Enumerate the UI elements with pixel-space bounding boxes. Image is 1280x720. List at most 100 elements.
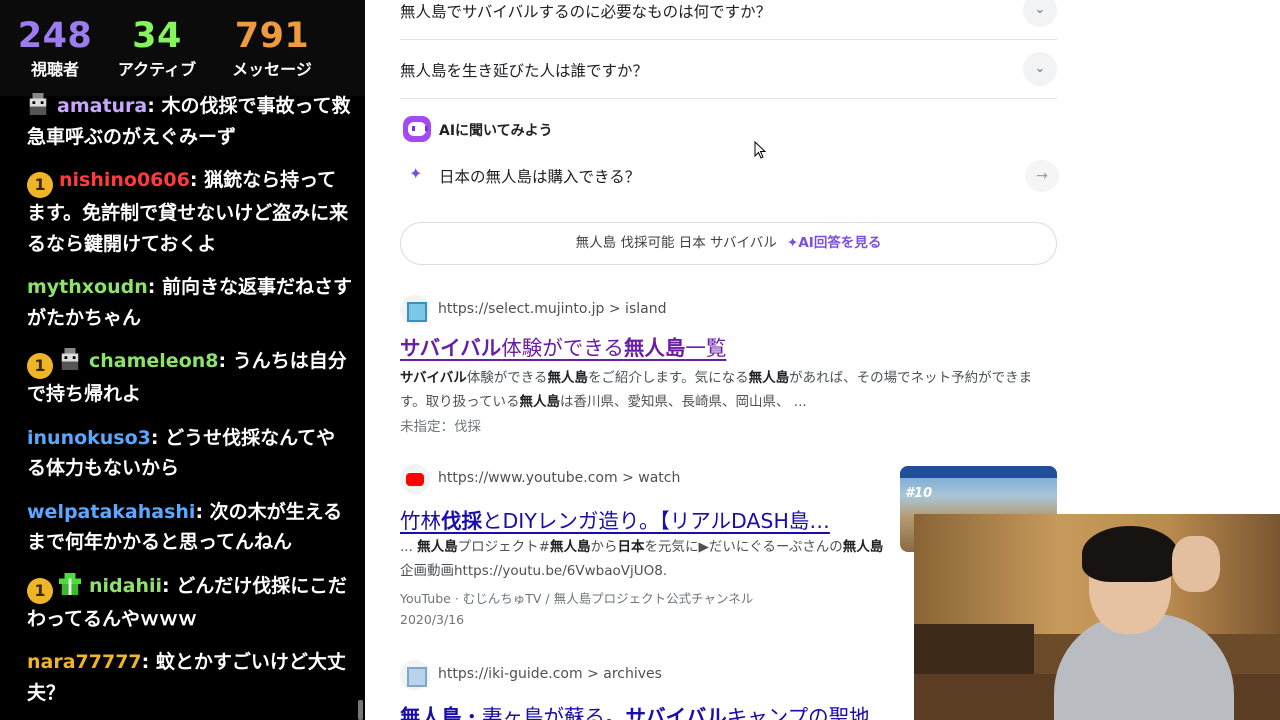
site-favicon-icon (400, 295, 430, 325)
active-label: アクティブ (117, 60, 197, 79)
arrow-right-icon[interactable]: → (1025, 160, 1059, 192)
ai-answer-label: AI回答を見る (798, 235, 882, 251)
ai-suggested-question[interactable]: ✦ 日本の無人島は購入できる？ → (409, 160, 1059, 192)
snippet-bold: 無人島 (547, 370, 588, 386)
site-favicon-icon (400, 660, 430, 690)
result-title-link[interactable]: 無人島・妻ヶ島が蘇る。サバイバルキャンプの聖地 (400, 700, 870, 720)
paa-question: 無人島でサバイバルするのに必要なものは何ですか？ (400, 3, 772, 21)
chat-username[interactable]: nidahii (89, 575, 162, 597)
thumbnail-banner (900, 466, 1057, 478)
viewers-stat: 248 視聴者 (0, 14, 110, 82)
chat-message: mythxoudn: 前向きな返事だねさすがたかちゃん (27, 272, 352, 333)
chat-username[interactable]: welpatakahashi (27, 501, 195, 523)
active-count: 34 (132, 16, 182, 56)
snippet-text: をご紹介します。気になる (587, 370, 749, 386)
streamer-hand (1172, 536, 1220, 592)
chat-separator: : (162, 574, 177, 597)
title-bold: 無人島 (623, 336, 686, 360)
stream-stats: 248 視聴者 34 アクティブ 791 メッセージ (0, 0, 365, 96)
title-text: 竹林 (400, 509, 441, 533)
snippet-bold: 無人島 (842, 539, 884, 555)
snippet-text: 企画動画https://youtu.be/6VwbaoVjUO8. (400, 563, 668, 579)
chat-separator: : (147, 276, 162, 298)
result-url[interactable]: https://www.youtube.com > watch (438, 470, 680, 486)
chat-separator: : (195, 500, 210, 523)
snippet-bold: 無人島 (748, 370, 790, 386)
result-snippet: ... 無人島プロジェクト#無人島から日本を元気に▶だいにぐるーぷさんの無人島企… (400, 535, 885, 583)
ai-answer-button[interactable]: 無人島 伐採可能 日本 サバイバル ✦AI回答を見る (400, 222, 1057, 265)
viewers-label: 視聴者 (30, 60, 79, 79)
chat-message: 1 nidahii: どんだけ伐採にこだわってるんやｗｗｗ (27, 571, 352, 635)
title-bold: サバイバル (625, 705, 727, 720)
chat-message: 1 chameleon8: うんちは自分で持ち帰れよ (27, 346, 352, 410)
source-name: YouTube (400, 591, 451, 606)
gift-badge-icon (59, 572, 81, 595)
title-text: とDIYレンガ造り。【リアルDASH島… (482, 509, 830, 533)
streamer-hair (1082, 526, 1178, 582)
result-url[interactable]: https://select.mujinto.jp > island (438, 301, 666, 317)
title-text: 体験ができる (501, 336, 624, 360)
chevron-down-icon[interactable]: ⌄ (1023, 52, 1057, 86)
chat-message: inunokuso3: どうせ伐採なんてやる体力もないから (27, 423, 352, 484)
snippet-bold: 日本 (617, 539, 645, 555)
people-also-ask-item[interactable]: 無人島を生き延びた人は誰ですか？ ⌄ (400, 40, 1057, 99)
chat-separator: : (141, 651, 156, 673)
result-snippet: サバイバル体験ができる無人島をご紹介します。気になる無人島があれば、その場でネッ… (400, 366, 1050, 414)
youtube-icon (400, 464, 430, 494)
avatar-badge-icon (29, 93, 47, 115)
chat-message: amatura: 木の伐採で事故って救急車呼ぶのがえぐみーず (27, 91, 352, 152)
ai-question-text: 日本の無人島は購入できる？ (439, 168, 641, 186)
snippet-bold: 無人島 (549, 539, 591, 555)
result-source: YouTube · むじんちゅTV / 無人島プロジェクト公式チャンネル (400, 591, 754, 606)
snippet-text: は香川県、愛知県、長崎県、岡山県、 ... (559, 394, 807, 410)
snippet-text: 体験ができる (466, 370, 548, 386)
messages-stat: 791 メッセージ (216, 14, 328, 82)
title-bold: 無人島 (400, 705, 462, 720)
webcam-overlay (914, 514, 1280, 720)
chat-separator: : (189, 169, 205, 191)
snippet-text: から (590, 539, 618, 555)
snippet-bold: サバイバル (400, 370, 467, 386)
chat-username[interactable]: amatura (57, 95, 147, 117)
chat-scrollbar[interactable] (358, 700, 363, 720)
ai-pill-query: 無人島 伐採可能 日本 サバイバル (575, 235, 777, 251)
ai-assistant-icon (403, 116, 431, 142)
subscriber-badge-icon: 1 (27, 353, 53, 379)
snippet-text: プロジェクト# (457, 539, 550, 555)
title-bold: サバイバル (400, 336, 502, 360)
title-text: キャンプの聖地 (726, 705, 870, 720)
chat-username[interactable]: chameleon8 (89, 350, 219, 372)
title-text: ・妻ヶ島が蘇る。 (461, 705, 626, 720)
mouse-cursor-icon (754, 141, 766, 159)
snippet-text: ... (400, 539, 418, 555)
chat-username[interactable]: mythxoudn (27, 276, 148, 298)
active-stat: 34 アクティブ (102, 14, 212, 82)
result-title-link[interactable]: 竹林伐採とDIYレンガ造り。【リアルDASH島… (400, 504, 830, 534)
channel-name: むじんちゅTV / 無人島プロジェクト公式チャンネル (462, 591, 754, 606)
chevron-down-icon[interactable]: ⌄ (1023, 0, 1057, 27)
title-bold: 伐採 (441, 509, 482, 533)
chat-separator: : (150, 426, 166, 449)
result-date: 2020/3/16 (400, 612, 465, 627)
messages-label: メッセージ (232, 60, 312, 79)
chat-username[interactable]: nishino0606 (59, 169, 190, 191)
paa-question: 無人島を生き延びた人は誰ですか？ (400, 62, 649, 80)
title-text: 一覧 (685, 336, 727, 360)
subscriber-badge-icon: 1 (27, 577, 53, 604)
people-also-ask-item[interactable]: 無人島でサバイバルするのに必要なものは何ですか？ ⌄ (400, 0, 1057, 40)
thumbnail-episode: #10 (905, 486, 933, 501)
result-url[interactable]: https://iki-guide.com > archives (438, 666, 662, 682)
chat-message-list: amatura: 木の伐採で事故って救急車呼ぶのがえぐみーず 1 nishino06… (0, 86, 358, 720)
messages-count: 791 (234, 16, 310, 56)
result-missing-terms: 未指定：伐採 (400, 419, 481, 435)
chat-message: 1 nishino0606: 猟銃なら持ってます。免許制で貸せないけど盗みに来るな… (27, 165, 352, 259)
ai-answer-link[interactable]: ✦AI回答を見る (787, 235, 881, 251)
chat-message: nara77777: 蚊とかすごいけど大丈夫？ (27, 647, 352, 708)
chat-username[interactable]: inunokuso3 (27, 427, 151, 449)
result-title-link[interactable]: サバイバル体験ができる無人島一覧 (400, 331, 726, 361)
chat-message: welpatakahashi: 次の木が生えるまで何年かかると思ってんねん (27, 497, 352, 558)
ai-ask-title: AIに聞いてみよう (439, 123, 553, 139)
chat-separator: : (147, 95, 162, 117)
chat-username[interactable]: nara77777 (27, 651, 142, 673)
snippet-bold: 無人島 (417, 539, 458, 555)
